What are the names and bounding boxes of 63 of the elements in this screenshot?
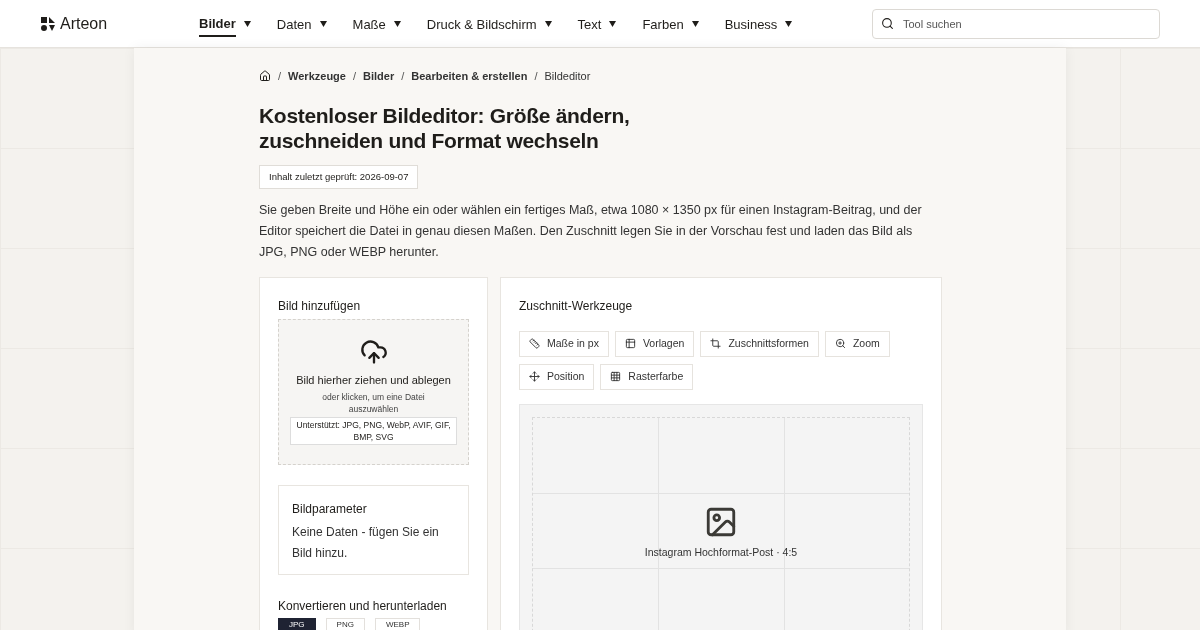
preview-caption: Instagram Hochformat-Post · 4:5	[644, 544, 798, 560]
dropzone-title: Bild hierher ziehen und ablegen	[296, 372, 451, 388]
breadcrumb-separator: /	[401, 69, 405, 84]
nav-label: Druck & Bildschirm	[426, 15, 537, 34]
format-option[interactable]: WEBP	[374, 618, 421, 630]
page-title: Kostenloser Bildeditor: Größe ändern, zuschneiden und Format wechseln	[259, 102, 631, 153]
nav-menu[interactable]: Bilder	[199, 0, 251, 48]
breadcrumb-link[interactable]: Bildeditor	[544, 68, 591, 85]
dropzone-hint: oder klicken, um eine Datei auszuwählen	[321, 391, 426, 416]
section-heading: Konvertieren und herunterladen	[278, 598, 448, 616]
logo-text[interactable]: Arteon	[60, 11, 108, 36]
breadcrumb-link[interactable]: Bearbeiten & erstellen	[411, 68, 528, 85]
upload-dropzone[interactable]: Bild hierher ziehen und ablegen oder klicken, um eine Datei auszuwählen Unterstützt: JPG, PNG, WebP, AVIF, GIF, BMP, SVG	[278, 318, 469, 466]
nav-label: Text	[577, 15, 602, 34]
empty-state-text: Keine Daten - fügen Sie ein Bild hinzu.	[292, 524, 440, 563]
grid-icon	[610, 371, 622, 383]
home-icon[interactable]	[259, 70, 271, 83]
nav-menu[interactable]: Maße	[352, 0, 401, 48]
nav-label: Daten	[276, 15, 312, 34]
nav-menu[interactable]: Druck & Bildschirm	[426, 0, 552, 48]
breadcrumb-separator: /	[278, 69, 282, 84]
caret-icon	[785, 20, 793, 27]
section-heading: Zuschnitt-Werkzeuge	[519, 297, 634, 315]
caret-icon	[691, 20, 699, 27]
upload-icon	[359, 337, 388, 366]
caret-icon	[393, 20, 401, 27]
nav-menu[interactable]: Farben	[642, 0, 699, 48]
format-option[interactable]: JPG	[278, 618, 316, 630]
crop-icon	[710, 338, 722, 350]
breadcrumb-link[interactable]: Bilder	[363, 68, 395, 85]
tool-button[interactable]: Vorlagen	[614, 330, 695, 357]
search-field[interactable]: Tool suchen	[872, 8, 1160, 39]
nav-label: Bilder	[199, 9, 236, 38]
caret-icon	[319, 20, 327, 27]
tool-button[interactable]: Position	[519, 363, 595, 390]
supported-formats: Unterstützt: JPG, PNG, WebP, AVIF, GIF, BMP, SVG	[290, 417, 457, 446]
nav-menu[interactable]: Daten	[276, 0, 327, 48]
review-date-badge: Inhalt zuletzt geprüft: 2026-09-07	[259, 164, 419, 189]
breadcrumb-link[interactable]: Werkzeuge	[288, 68, 346, 85]
zoom-icon	[834, 338, 846, 350]
tool-button[interactable]: Maße in px	[519, 330, 609, 357]
tool-button[interactable]: Rasterfarbe	[600, 363, 694, 390]
search-icon	[881, 16, 894, 30]
tool-button[interactable]: Zuschnittsformen	[700, 330, 819, 357]
nav-menu[interactable]: Business	[724, 0, 793, 48]
caret-icon	[243, 20, 251, 27]
nav-label: Maße	[352, 15, 386, 34]
caret-icon	[609, 20, 617, 27]
intro-paragraph: Sie geben Breite und Höhe ein oder wählen ein fertiges Maß, etwa 1080 × 1350 px für einen Instagram-Beitrag, und der Editor speichert die Datei in genau diesen Maßen. Den Zuschnitt legen Sie in der Vorschau fest und laden das Bild als JPG, PNG oder WEBP herunter.	[259, 201, 923, 261]
format-option[interactable]: PNG	[325, 618, 365, 630]
breadcrumb-separator: /	[534, 69, 538, 84]
logo-icon	[40, 15, 56, 32]
caret-icon	[544, 20, 552, 27]
breadcrumb-separator: /	[352, 69, 356, 84]
nav-menu[interactable]: Text	[577, 0, 617, 48]
move-icon	[529, 371, 540, 383]
table-icon	[624, 338, 636, 350]
nav-label: Business	[724, 15, 778, 34]
nav-label: Farben	[642, 15, 684, 34]
section-heading: Bildparameter	[292, 501, 368, 519]
section-heading: Bild hinzufügen	[278, 297, 362, 315]
ruler-icon	[529, 338, 540, 350]
tool-button[interactable]: Zoom	[824, 330, 890, 357]
